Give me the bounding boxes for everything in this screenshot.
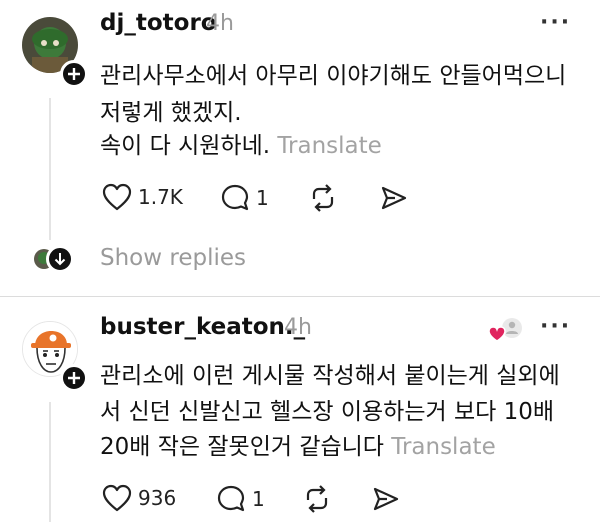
like-button[interactable]: 1.7K <box>102 183 183 211</box>
comment-text: 20배 작은 잘못인거 같습니다 <box>100 434 384 460</box>
heart-icon <box>102 484 132 512</box>
timestamp: 4h <box>284 315 312 340</box>
repost-icon <box>306 485 328 513</box>
comment-text: 속이 다 시원하네. <box>100 133 271 159</box>
thread-line <box>49 402 51 522</box>
repost-icon <box>312 184 334 212</box>
comment-text-line: 서 신던 신발신고 헬스장 이용하는거 보다 10배 <box>100 399 555 425</box>
reply-count: 1 <box>252 487 265 511</box>
like-count: 1.7K <box>138 185 183 209</box>
expand-arrow-icon[interactable] <box>46 245 74 273</box>
creator-liked-badge <box>488 316 524 344</box>
comment-bubble-icon <box>221 184 249 211</box>
share-button[interactable] <box>380 185 408 211</box>
more-options-icon[interactable]: ··· <box>540 314 571 339</box>
translate-link[interactable]: Translate <box>277 133 381 159</box>
username[interactable]: dj_totoro <box>100 10 217 36</box>
comment-text-line: 저렇게 했겠지. <box>100 100 242 126</box>
follow-plus-icon[interactable] <box>60 364 88 392</box>
thread-line <box>49 98 51 240</box>
like-count: 936 <box>138 486 177 510</box>
heart-icon <box>102 183 132 211</box>
comment-bubble-icon <box>217 485 245 512</box>
like-button[interactable]: 936 <box>102 484 176 512</box>
comment-text-line: 20배 작은 잘못인거 같습니다 Translate <box>100 427 496 461</box>
repost-button[interactable] <box>308 183 338 213</box>
reply-button[interactable]: 1 <box>216 484 265 514</box>
translate-link[interactable]: Translate <box>391 434 495 460</box>
share-button[interactable] <box>372 486 400 512</box>
comment-text-line: 관리사무소에서 아무리 이야기해도 안들어먹으니 <box>100 63 567 89</box>
repost-button[interactable] <box>302 484 332 514</box>
more-options-icon[interactable]: ··· <box>540 10 571 35</box>
show-replies-link[interactable]: Show replies <box>100 245 246 271</box>
send-icon <box>373 487 399 511</box>
follow-plus-icon[interactable] <box>60 60 88 88</box>
reply-button[interactable]: 1 <box>220 183 269 213</box>
send-icon <box>381 186 407 210</box>
comment-text-line: 관리소에 이런 게시물 작성해서 붙이는게 실외에 <box>100 363 560 389</box>
comment-text-line: 속이 다 시원하네. Translate <box>100 126 382 160</box>
username[interactable]: buster_keaton._ <box>100 314 305 340</box>
timestamp: 4h <box>206 11 234 36</box>
divider <box>0 296 600 297</box>
reply-count: 1 <box>256 186 269 210</box>
